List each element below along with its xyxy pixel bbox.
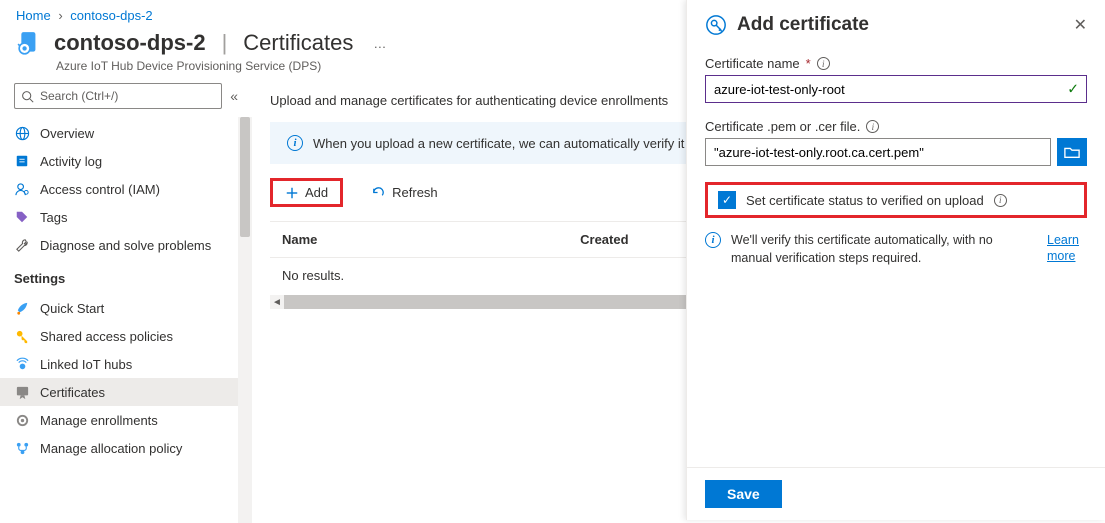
info-icon: i xyxy=(287,135,303,151)
key-icon xyxy=(14,328,30,344)
col-name[interactable]: Name xyxy=(282,232,580,247)
nav-label: Manage enrollments xyxy=(40,413,158,428)
nav-label: Linked IoT hubs xyxy=(40,357,132,372)
nav-manage-enrollments[interactable]: Manage enrollments xyxy=(0,406,252,434)
nav-label: Shared access policies xyxy=(40,329,173,344)
cert-name-label: Certificate name * i xyxy=(705,56,1087,71)
rocket-icon xyxy=(14,300,30,316)
person-icon xyxy=(14,181,30,197)
nav-manage-allocation[interactable]: Manage allocation policy xyxy=(0,434,252,462)
nav-label: Certificates xyxy=(40,385,105,400)
verify-on-upload-row: ✓ Set certificate status to verified on … xyxy=(705,182,1087,218)
certificate-panel-icon xyxy=(705,14,727,36)
help-icon[interactable]: i xyxy=(994,194,1007,207)
sidebar: Search (Ctrl+/) « Overview Activity log … xyxy=(0,83,252,523)
plus-icon xyxy=(285,186,299,200)
breadcrumb-resource[interactable]: contoso-dps-2 xyxy=(70,8,152,23)
help-icon[interactable]: i xyxy=(866,120,879,133)
verify-checkbox-label: Set certificate status to verified on up… xyxy=(746,193,984,208)
verify-note-text: We'll verify this certificate automatica… xyxy=(731,232,1037,267)
nav-certificates[interactable]: Certificates xyxy=(0,378,252,406)
info-icon: i xyxy=(705,232,721,248)
certificate-icon xyxy=(14,384,30,400)
search-icon xyxy=(21,90,34,103)
nav-label: Diagnose and solve problems xyxy=(40,238,211,253)
log-icon xyxy=(14,153,30,169)
nav-label: Quick Start xyxy=(40,301,104,316)
search-placeholder: Search (Ctrl+/) xyxy=(40,89,118,103)
help-icon[interactable]: i xyxy=(817,57,830,70)
verify-note: i We'll verify this certificate automati… xyxy=(705,232,1087,267)
add-button[interactable]: Add xyxy=(270,178,343,207)
nav-label: Overview xyxy=(40,126,94,141)
nav-overview[interactable]: Overview xyxy=(0,119,252,147)
add-label: Add xyxy=(305,185,328,200)
browse-file-button[interactable] xyxy=(1057,138,1087,166)
nav-diagnose[interactable]: Diagnose and solve problems xyxy=(0,231,252,259)
nav-label: Tags xyxy=(40,210,67,225)
info-text: When you upload a new certificate, we ca… xyxy=(313,136,703,151)
nav-label: Access control (IAM) xyxy=(40,182,160,197)
collapse-sidebar-button[interactable]: « xyxy=(230,88,238,104)
nav-label: Manage allocation policy xyxy=(40,441,182,456)
add-certificate-panel: Add certificate ✕ Certificate name * i ✓… xyxy=(686,0,1105,520)
refresh-label: Refresh xyxy=(392,185,438,200)
cert-file-input[interactable] xyxy=(705,138,1051,166)
search-input[interactable]: Search (Ctrl+/) xyxy=(14,83,222,109)
dps-resource-icon xyxy=(16,29,44,57)
cert-file-label: Certificate .pem or .cer file. i xyxy=(705,119,1087,134)
chevron-right-icon: › xyxy=(58,8,62,23)
nav-section-settings: Settings xyxy=(0,259,252,290)
globe-icon xyxy=(14,125,30,141)
save-button[interactable]: Save xyxy=(705,480,782,508)
close-button[interactable]: ✕ xyxy=(1074,15,1087,35)
page-title: contoso-dps-2 xyxy=(54,30,206,56)
folder-icon xyxy=(1064,145,1080,159)
iot-hub-icon xyxy=(14,356,30,372)
nav-shared-access[interactable]: Shared access policies xyxy=(0,322,252,350)
nav-general: Overview Activity log Access control (IA… xyxy=(0,119,252,259)
nav-activity-log[interactable]: Activity log xyxy=(0,147,252,175)
nav-quick-start[interactable]: Quick Start xyxy=(0,294,252,322)
wrench-icon xyxy=(14,237,30,253)
nav-tags[interactable]: Tags xyxy=(0,203,252,231)
learn-more-link[interactable]: Learn more xyxy=(1047,232,1087,265)
nav-label: Activity log xyxy=(40,154,102,169)
nav-linked-hubs[interactable]: Linked IoT hubs xyxy=(0,350,252,378)
more-actions-button[interactable]: … xyxy=(373,36,386,51)
sidebar-scrollbar[interactable] xyxy=(238,117,252,523)
refresh-icon xyxy=(371,185,386,200)
refresh-button[interactable]: Refresh xyxy=(361,181,448,204)
breadcrumb-home[interactable]: Home xyxy=(16,8,51,23)
valid-check-icon: ✓ xyxy=(1067,81,1079,98)
verify-checkbox[interactable]: ✓ xyxy=(718,191,736,209)
tag-icon xyxy=(14,209,30,225)
scroll-left-icon[interactable]: ◄ xyxy=(270,297,284,308)
required-indicator: * xyxy=(806,56,811,71)
nav-access-control[interactable]: Access control (IAM) xyxy=(0,175,252,203)
branch-icon xyxy=(14,440,30,456)
page-section: Certificates xyxy=(243,30,353,56)
nav-settings: Quick Start Shared access policies Linke… xyxy=(0,294,252,462)
cert-name-input[interactable] xyxy=(705,75,1087,103)
gear-icon xyxy=(14,412,30,428)
panel-title: Add certificate xyxy=(737,14,1064,36)
